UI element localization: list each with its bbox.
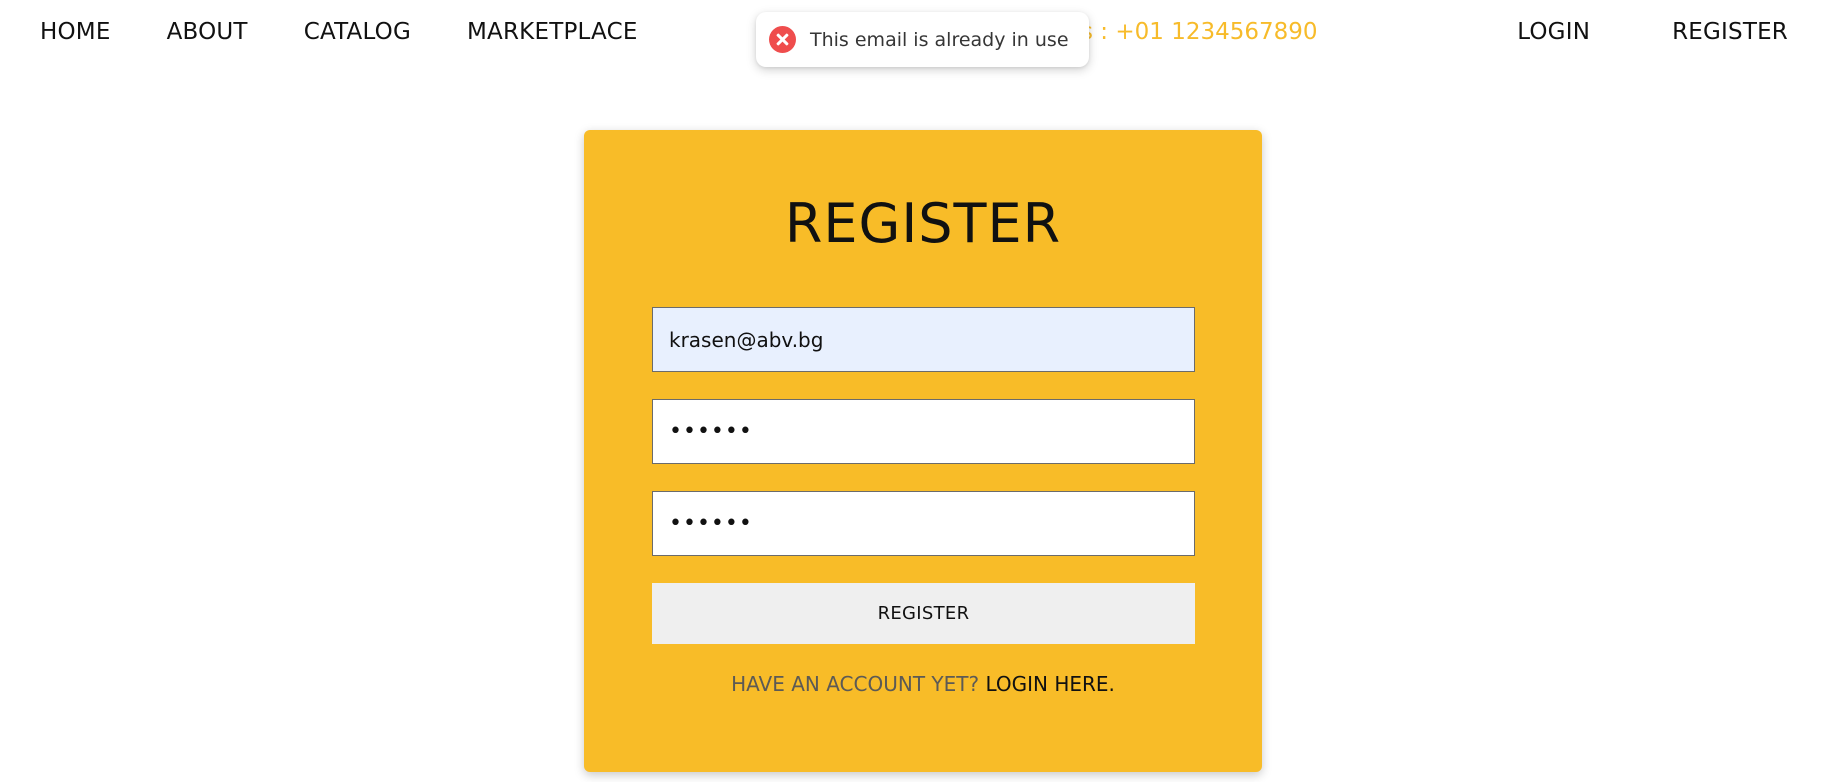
register-card: REGISTER REGISTER HAVE AN ACCOUNT YET? L…: [584, 130, 1262, 772]
email-field[interactable]: [652, 307, 1195, 372]
nav-catalog[interactable]: CATALOG: [304, 14, 411, 50]
login-here-link[interactable]: LOGIN HERE.: [985, 672, 1114, 696]
password-field[interactable]: [652, 399, 1195, 464]
page: HOME ABOUT CATALOG MARKETPLACE s : +01 1…: [0, 0, 1822, 782]
nav-about[interactable]: ABOUT: [167, 14, 248, 50]
error-x-icon: [769, 26, 796, 53]
nav-home[interactable]: HOME: [40, 14, 111, 50]
login-prompt: HAVE AN ACCOUNT YET? LOGIN HERE.: [584, 672, 1262, 696]
register-button[interactable]: REGISTER: [652, 583, 1195, 644]
toast-message: This email is already in use: [810, 28, 1069, 51]
nav-register[interactable]: REGISTER: [1672, 14, 1788, 50]
auth-nav: LOGIN REGISTER: [1435, 14, 1788, 50]
nav-marketplace[interactable]: MARKETPLACE: [467, 14, 638, 50]
form-title: REGISTER: [784, 192, 1062, 255]
error-toast: This email is already in use: [756, 12, 1089, 67]
login-prompt-text: HAVE AN ACCOUNT YET?: [731, 672, 986, 696]
nav-login[interactable]: LOGIN: [1517, 14, 1590, 50]
repeat-password-field[interactable]: [652, 491, 1195, 556]
contact-phone: s : +01 1234567890: [1081, 19, 1318, 45]
main-nav: HOME ABOUT CATALOG MARKETPLACE: [40, 14, 694, 50]
